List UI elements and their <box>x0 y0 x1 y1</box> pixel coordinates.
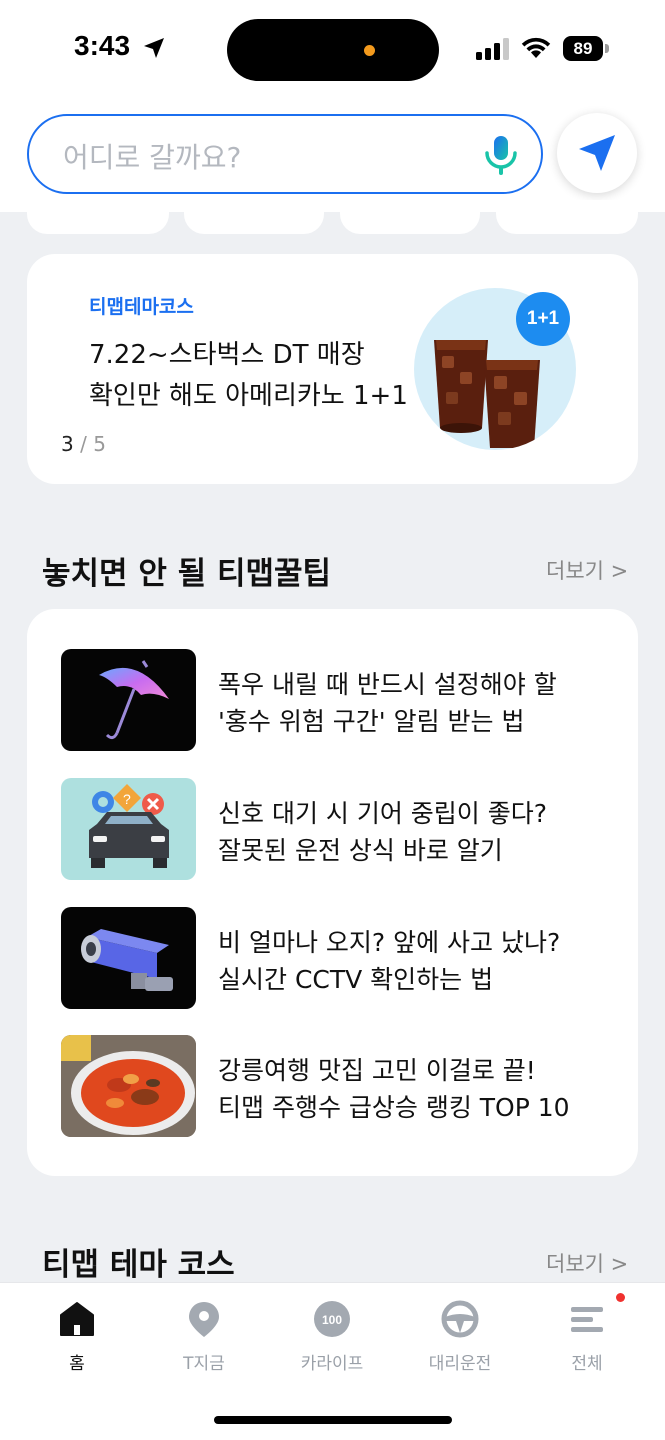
banner-tag: 티맵테마코스 <box>89 296 194 318</box>
status-time: 3:43 <box>74 30 131 61</box>
tab-label: 전체 <box>571 1354 603 1374</box>
menu-icon <box>571 1307 603 1332</box>
tab-designated-driver[interactable]: 대리운전 <box>405 1297 515 1377</box>
cctv-camera-thumbnail <box>61 907 196 1009</box>
shortcut-chip[interactable] <box>340 200 480 234</box>
battery-indicator: 89 <box>563 36 603 61</box>
tip-title-line2: '홍수 위험 구간' 알림 받는 법 <box>218 707 525 736</box>
theme-section-title: 티맵 테마 코스 <box>42 1247 235 1283</box>
banner-page-current: 3 <box>61 432 74 456</box>
tips-section-title: 놓치면 안 될 티맵꿀팁 <box>42 556 332 592</box>
tip-item[interactable]: 비 얼마나 오지? 앞에 사고 났나? 실시간 CCTV 확인하는 법 <box>61 907 621 1009</box>
theme-more-link[interactable]: 더보기 > <box>546 1248 628 1278</box>
tip-item[interactable]: ? 신호 대기 시 기어 중립이 좋다? 잘못된 운전 상식 바로 알기 <box>61 778 621 880</box>
tab-label: T지금 <box>183 1354 225 1374</box>
shortcut-chip[interactable] <box>496 200 638 234</box>
tip-title-line1: 강릉여행 맛집 고민 이걸로 끝! <box>218 1056 536 1085</box>
tab-label: 홈 <box>69 1354 85 1374</box>
tip-item[interactable]: 폭우 내릴 때 반드시 설정해야 할 '홍수 위험 구간' 알림 받는 법 <box>61 649 621 751</box>
tip-title-line2: 실시간 CCTV 확인하는 법 <box>218 965 494 994</box>
one-plus-one-badge: 1+1 <box>516 292 570 346</box>
tab-label: 대리운전 <box>428 1354 492 1374</box>
location-arrow-icon <box>144 38 164 58</box>
tab-tnow[interactable]: T지금 <box>149 1297 259 1377</box>
battery-nub <box>605 44 609 53</box>
tab-home[interactable]: 홈 <box>22 1297 132 1377</box>
tips-card: 폭우 내릴 때 반드시 설정해야 할 '홍수 위험 구간' 알림 받는 법 ? … <box>27 609 638 1176</box>
tips-more-link[interactable]: 더보기 > <box>546 555 628 585</box>
banner-title-line2: 확인만 해도 아메리카노 1+1 <box>89 381 408 411</box>
search-input[interactable]: 어디로 갈까요? <box>27 114 543 194</box>
banner-page-total: / 5 <box>80 432 106 456</box>
home-icon <box>60 1302 94 1336</box>
privacy-indicator-dot <box>364 45 375 56</box>
tip-title-line2: 티맵 주행수 급상승 랭킹 TOP 10 <box>218 1093 570 1122</box>
cellular-signal-icon <box>476 38 509 60</box>
banner-page-indicator: 3 / 5 <box>61 432 106 456</box>
promo-banner[interactable]: 티맵테마코스 7.22~스타벅스 DT 매장 확인만 해도 아메리카노 1+1 … <box>27 254 638 484</box>
car-question-thumbnail: ? <box>61 778 196 880</box>
search-placeholder: 어디로 갈까요? <box>63 141 242 174</box>
tab-carlife[interactable]: 100 카라이프 <box>277 1297 387 1377</box>
umbrella-thumbnail <box>61 649 196 751</box>
search-header: 어디로 갈까요? <box>0 100 665 212</box>
tab-label: 카라이프 <box>300 1354 364 1374</box>
tip-title-line1: 신호 대기 시 기어 중립이 좋다? <box>218 799 548 828</box>
home-indicator <box>214 1416 452 1424</box>
speedometer-icon: 100 <box>314 1301 350 1337</box>
shortcut-chip[interactable] <box>184 200 324 234</box>
speedometer-value: 100 <box>322 1313 342 1327</box>
svg-text:?: ? <box>123 791 131 807</box>
notification-dot <box>616 1293 625 1302</box>
shortcut-chip[interactable] <box>27 200 169 234</box>
current-location-button[interactable] <box>557 113 637 193</box>
microphone-icon[interactable] <box>481 134 521 178</box>
dynamic-island <box>227 19 439 81</box>
tip-title-line2: 잘못된 운전 상식 바로 알기 <box>218 836 503 865</box>
steering-wheel-icon <box>441 1300 479 1338</box>
tip-title-line1: 폭우 내릴 때 반드시 설정해야 할 <box>218 670 557 699</box>
spicy-soup-thumbnail <box>61 1035 196 1137</box>
status-bar: 3:43 89 <box>0 0 665 100</box>
location-pin-icon <box>189 1302 219 1337</box>
tip-item[interactable]: 강릉여행 맛집 고민 이걸로 끝! 티맵 주행수 급상승 랭킹 TOP 10 <box>61 1035 621 1137</box>
wifi-icon <box>521 37 551 58</box>
banner-title-line1: 7.22~스타벅스 DT 매장 <box>89 340 365 370</box>
tab-all[interactable]: 전체 <box>532 1297 642 1377</box>
tip-title-line1: 비 얼마나 오지? 앞에 사고 났나? <box>218 928 561 957</box>
navigation-arrow-icon <box>579 135 615 171</box>
